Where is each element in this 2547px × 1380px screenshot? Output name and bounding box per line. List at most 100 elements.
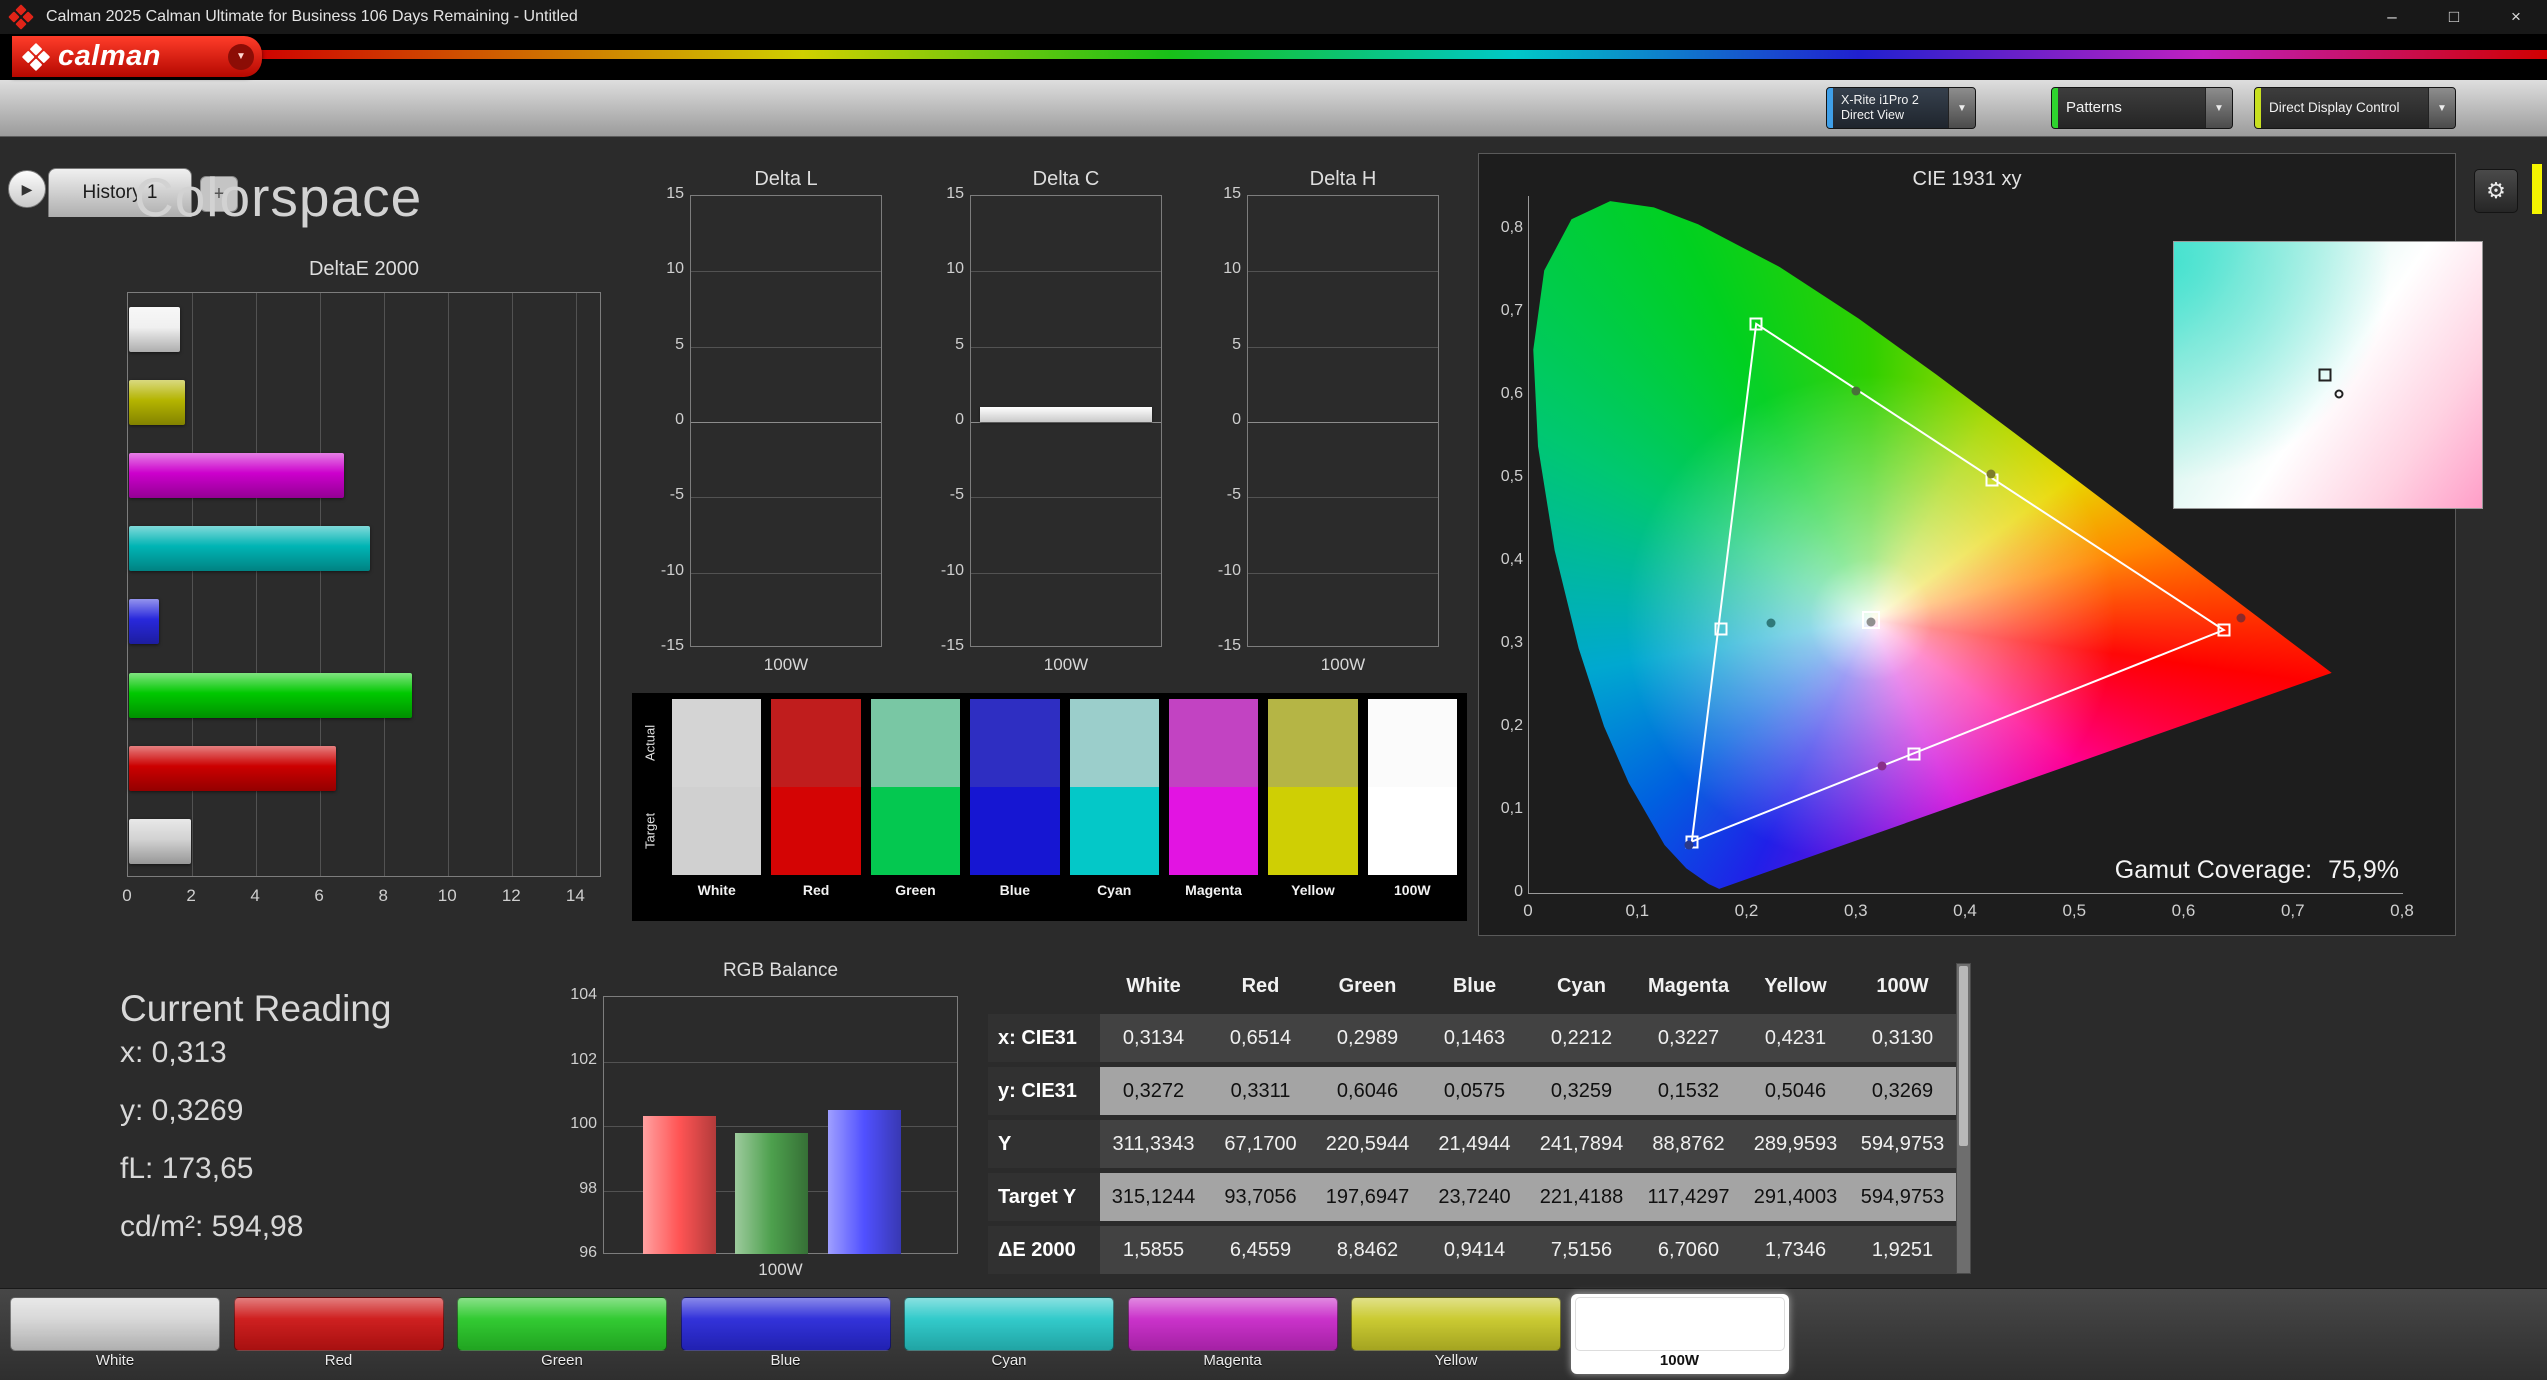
cie-y-tick-label: 0,1: [1500, 800, 1523, 817]
swatch-button-cyan[interactable]: Cyan: [900, 1294, 1118, 1374]
patch-column-green: Green: [870, 699, 961, 907]
swatch-button-magenta[interactable]: Magenta: [1124, 1294, 1342, 1374]
meter-line2: Direct View: [1841, 108, 1904, 122]
swatch-button-white[interactable]: White: [6, 1294, 224, 1374]
app-icon: [8, 4, 34, 30]
delta-h-x-label: 100W: [1320, 655, 1366, 674]
table-cell: 241,7894: [1528, 1120, 1635, 1168]
table-scrollbar[interactable]: [1956, 963, 1971, 1274]
patterns-dropdown-arrow-icon[interactable]: ▼: [2205, 88, 2232, 128]
deltae-chart: [127, 292, 601, 877]
patch-actual: [672, 699, 762, 787]
patterns-dropdown[interactable]: Patterns ▼: [2051, 87, 2233, 129]
calman-logo-text: calman: [58, 40, 161, 72]
logo-menu-icon[interactable]: ▼: [228, 43, 254, 70]
deltae-bar-100w: [129, 818, 191, 864]
table-cell: 0,3130: [1849, 1014, 1956, 1062]
table-cell: 7,5156: [1528, 1226, 1635, 1274]
meter-dropdown-arrow-icon[interactable]: ▼: [1948, 88, 1975, 128]
swatch-button-100w[interactable]: 100W: [1570, 1294, 1789, 1374]
swatch-button-green[interactable]: Green: [453, 1294, 671, 1374]
delta-gridline: [691, 497, 881, 499]
cie-target-red: [2217, 623, 2231, 637]
cie-x-tick-label: 0,2: [1734, 901, 1759, 920]
delta-gridline: [691, 271, 881, 273]
swatch-button-blue[interactable]: Blue: [677, 1294, 895, 1374]
table-scrollbar-thumb[interactable]: [1959, 966, 1968, 1146]
page-title: Colorspace: [134, 166, 423, 228]
delta-l-x-label: 100W: [763, 655, 809, 674]
delta-y-tick-label: -5: [949, 486, 964, 504]
delta-c-title: Delta C: [1032, 168, 1100, 190]
delta-gridline: [971, 422, 1161, 423]
gamut-coverage: Gamut Coverage: 75,9%: [2115, 856, 2399, 885]
table-header-yellow: Yellow: [1764, 974, 1827, 997]
cie-x-tick-label: 0,3: [1843, 901, 1868, 920]
delta-gridline: [691, 422, 881, 423]
cie-measured-yellow: [1986, 469, 1996, 479]
current-reading-cdm2: cd/m²: 594,98: [120, 1210, 304, 1243]
cie-y-axis: 0,8 0,7 0,6 0,5 0,4 0,3 0,2 0,1 0: [1481, 196, 1523, 900]
patch-label: Blue: [999, 882, 1030, 898]
delta-gridline: [1248, 572, 1438, 574]
rgb-balance-x-label: 100W: [758, 1260, 803, 1279]
patch-column-magenta: Magenta: [1168, 699, 1259, 907]
delta-l-chart: [690, 195, 882, 647]
display-control-arrow-icon[interactable]: ▼: [2428, 88, 2455, 128]
close-icon[interactable]: ×: [2485, 0, 2547, 34]
swatch-label: White: [95, 1352, 135, 1369]
delta-y-tick-label: 10: [1223, 260, 1241, 278]
table-row-label: Y: [988, 1120, 1100, 1168]
swatch-color: [680, 1297, 891, 1351]
swatch-label: Yellow: [1434, 1352, 1478, 1369]
delta-y-tick-label: 5: [1232, 335, 1241, 353]
delta-h-chart: [1247, 195, 1439, 647]
maximize-icon[interactable]: □: [2423, 0, 2485, 34]
table-header-white: White: [1126, 974, 1181, 997]
table-header-corner: [988, 963, 1100, 1009]
patch-label: White: [697, 882, 736, 898]
swatch-color: [457, 1297, 667, 1351]
rgb-bar-green: [735, 1132, 808, 1254]
gear-icon[interactable]: ⚙: [2474, 169, 2518, 213]
delta-y-tick-label: -5: [1226, 486, 1241, 504]
table-cell: 0,3227: [1635, 1014, 1742, 1062]
rgb-balance-chart: [603, 996, 958, 1254]
tab-bar: ▶ History 1 + X-Rite i1Pro 2 Direct View…: [0, 80, 2547, 217]
patch-label: Cyan: [1097, 882, 1132, 898]
table-row-label: y: CIE31: [988, 1067, 1100, 1115]
cie-title: CIE 1931 xy: [1912, 168, 2022, 190]
gamut-coverage-value: 75,9%: [2328, 856, 2399, 884]
table-cell: 0,3259: [1528, 1067, 1635, 1115]
delta-h-title: Delta H: [1309, 168, 1377, 190]
deltae-x-axis: 0 2 4 6 8 10 12 14: [122, 886, 601, 910]
display-control-label: Direct Display Control: [2269, 99, 2400, 115]
delta-h-y-axis: 15 10 5 0 -5 -10 -15: [1199, 185, 1241, 654]
cie-measured-red: [2236, 613, 2246, 623]
delta-y-tick-label: -15: [940, 637, 964, 654]
cie-measured-magenta: [1877, 761, 1886, 771]
rgb-y-tick-label: 96: [579, 1244, 597, 1261]
delta-c-x-label: 100W: [1043, 655, 1089, 674]
patch-actual: [870, 699, 961, 787]
cie-y-tick-label: 0,8: [1500, 219, 1523, 237]
swatch-label: Blue: [770, 1352, 801, 1369]
table-header-red: Red: [1241, 974, 1280, 997]
cie-target-magenta: [1907, 747, 1921, 761]
display-control-dropdown[interactable]: Direct Display Control ▼: [2254, 87, 2456, 129]
deltae-x-tick-label: 12: [501, 886, 521, 905]
swatch-button-yellow[interactable]: Yellow: [1347, 1294, 1565, 1374]
swatch-button-red[interactable]: Red: [230, 1294, 448, 1374]
minimize-icon[interactable]: –: [2361, 0, 2423, 34]
cie-x-tick-label: 0,8: [2390, 901, 2414, 920]
table-cell: 289,9593: [1742, 1120, 1849, 1168]
deltae-x-tick-label: 6: [314, 886, 324, 905]
cie-x-tick-label: 0,6: [2171, 901, 2196, 920]
rgb-y-tick-label: 102: [570, 1050, 597, 1068]
meter-dropdown[interactable]: X-Rite i1Pro 2 Direct View ▼: [1826, 87, 1976, 129]
table-cell: 1,9251: [1849, 1226, 1956, 1274]
meter-text: X-Rite i1Pro 2 Direct View: [1833, 88, 1948, 128]
calman-logo[interactable]: calman ▼: [12, 36, 262, 77]
history-nav-icon[interactable]: ▶: [8, 170, 46, 208]
table-cell: 221,4188: [1528, 1173, 1635, 1221]
